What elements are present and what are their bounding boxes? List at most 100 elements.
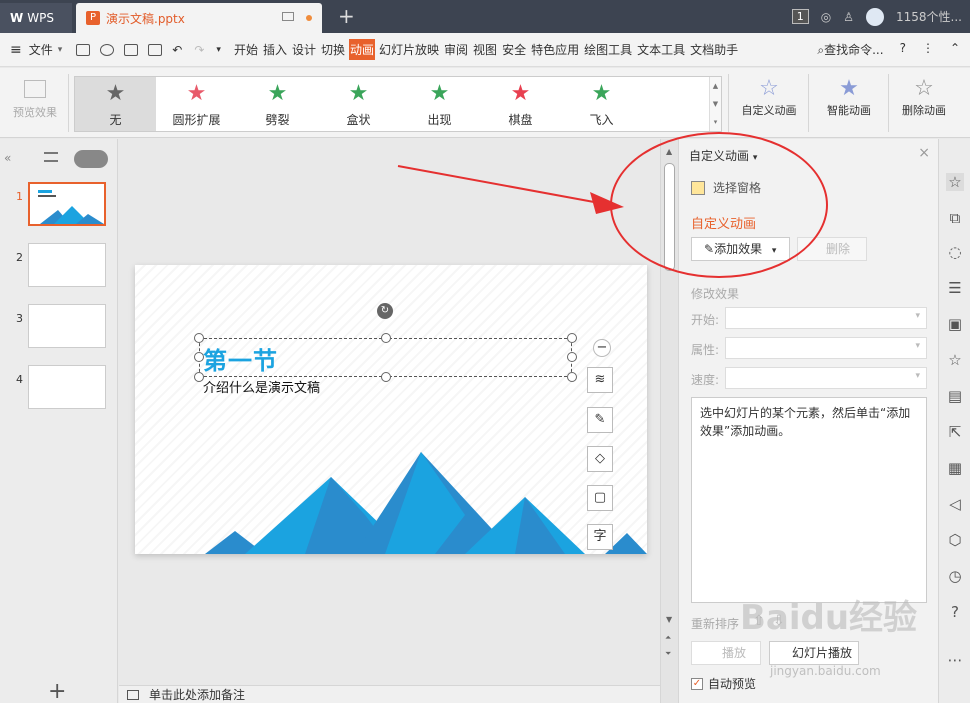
share-icon[interactable]: ⇱ <box>946 423 964 441</box>
outline-view-icon[interactable] <box>44 152 58 162</box>
gallery-item-box[interactable]: ★ 盒状 <box>318 77 399 131</box>
play-button[interactable]: 播放 <box>691 641 761 665</box>
menu-tab-security[interactable]: 安全 <box>501 39 527 60</box>
start-select[interactable] <box>725 307 927 329</box>
hamburger-menu-icon[interactable]: ≡ <box>10 42 22 58</box>
smart-animation-button[interactable]: ★ 智能动画 <box>816 76 882 118</box>
undo-icon[interactable]: ↶ <box>172 43 182 57</box>
new-tab-plus-icon[interactable]: + <box>338 4 355 28</box>
help-icon[interactable]: ? <box>900 41 906 58</box>
document-tab[interactable]: P 演示文稿.pptx <box>76 3 322 33</box>
avatar[interactable] <box>866 7 885 26</box>
shapes-icon[interactable]: ◌ <box>946 243 964 261</box>
resize-handle[interactable] <box>381 333 391 343</box>
more-icon[interactable]: ⋮ <box>922 41 934 58</box>
menu-tab-animation[interactable]: 动画 <box>349 39 376 60</box>
gallery-item-appear[interactable]: ★ 出现 <box>399 77 480 131</box>
slideshow-button[interactable]: 幻灯片播放 <box>769 641 859 665</box>
layers-icon[interactable]: ≋ <box>587 367 613 393</box>
slide-title[interactable]: 第一节 <box>203 341 278 376</box>
menu-tab-design[interactable]: 设计 <box>291 39 317 60</box>
favorites-star-icon[interactable]: ☆ <box>946 351 964 369</box>
slide-subtitle[interactable]: 介绍什么是演示文稿 <box>203 377 320 396</box>
slide-switch-icon[interactable]: ⧉ <box>946 209 964 227</box>
slide-preview <box>28 182 106 226</box>
menu-tab-start[interactable]: 开始 <box>233 39 259 60</box>
picture-icon[interactable]: ▦ <box>946 459 964 477</box>
fill-icon[interactable]: ◇ <box>587 446 613 472</box>
menu-tab-text-tools[interactable]: 文本工具 <box>636 39 686 60</box>
slide-thumbnail[interactable]: 1 <box>10 182 110 228</box>
resize-handle[interactable] <box>567 372 577 382</box>
collapse-ribbon-icon[interactable]: ⌃ <box>950 41 960 58</box>
backup-icon[interactable]: ◷ <box>946 567 964 585</box>
prev-page-icon[interactable]: ⏶ <box>665 633 671 643</box>
animation-pane-icon[interactable]: ☆ <box>946 173 964 191</box>
menu-tab-slideshow[interactable]: 幻灯片放映 <box>378 39 440 60</box>
menu-tab-transition[interactable]: 切换 <box>320 39 346 60</box>
properties-icon[interactable]: ☰ <box>946 279 964 297</box>
resize-handle[interactable] <box>567 352 577 362</box>
custom-animation-button[interactable]: ☆ 自定义动画 <box>736 76 802 118</box>
auto-preview-checkbox[interactable]: ✓ 自动预览 <box>691 675 756 692</box>
user-name[interactable]: 1158个性... <box>896 8 962 25</box>
command-search[interactable]: ⌕查找命令... <box>817 41 883 58</box>
brush-icon[interactable]: ✎ <box>587 407 613 433</box>
print-preview-icon[interactable] <box>148 43 163 56</box>
menu-tab-view[interactable]: 视图 <box>472 39 498 60</box>
skin-icon[interactable]: ◎ <box>821 10 831 24</box>
more-horizontal-icon[interactable]: ⋯ <box>946 651 964 669</box>
monitor-icon[interactable] <box>282 12 294 21</box>
quick-access-dropdown-icon[interactable]: ▾ <box>216 45 221 55</box>
current-slide[interactable]: ↻ 第一节 介绍什么是演示文稿 − ≋ ✎ ◇ ▢ 字 <box>135 265 647 554</box>
page-count-badge[interactable]: 1 <box>791 9 809 24</box>
rotate-handle-icon[interactable]: ↻ <box>377 303 393 319</box>
property-select[interactable] <box>725 337 927 359</box>
next-page-icon[interactable]: ⏷ <box>665 649 671 659</box>
save-icon[interactable] <box>76 43 91 56</box>
menu-file[interactable]: 文件 <box>28 39 54 60</box>
scroll-down-arrow-icon[interactable]: ▼ <box>666 615 672 624</box>
collapse-panel-icon[interactable]: « <box>4 151 11 165</box>
animation-list[interactable]: 选中幻灯片的某个元素，然后单击“添加效果”添加动画。 <box>691 397 927 603</box>
speed-select[interactable] <box>725 367 927 389</box>
menu-tab-features[interactable]: 特色应用 <box>530 39 580 60</box>
slide-thumbnail[interactable]: 4 <box>10 365 110 411</box>
gallery-item-checkerboard[interactable]: ★ 棋盘 <box>480 77 561 131</box>
close-icon[interactable]: × <box>918 145 930 161</box>
text-format-icon[interactable]: 字 <box>587 524 613 550</box>
shirt-icon[interactable]: ♙ <box>843 10 854 24</box>
redo-icon[interactable]: ↷ <box>194 43 204 57</box>
format-painter-icon[interactable] <box>100 43 115 56</box>
delete-animation-button[interactable]: ☆ 删除动画 <box>894 76 954 118</box>
chevron-down-icon[interactable]: ▾ <box>58 45 63 55</box>
collapse-toolbar-icon[interactable]: − <box>593 339 611 357</box>
gallery-item-none[interactable]: ★ 无 <box>75 77 156 131</box>
menu-tab-review[interactable]: 审阅 <box>443 39 469 60</box>
add-slide-plus-icon[interactable]: + <box>48 679 66 703</box>
audio-icon[interactable]: ◁ <box>946 495 964 513</box>
gallery-item-fly-in[interactable]: ★ 飞入 <box>561 77 642 131</box>
menu-tab-drawing-tools[interactable]: 绘图工具 <box>583 39 633 60</box>
slide-thumbnail[interactable]: 2 <box>10 243 110 289</box>
gallery-item-circle-expand[interactable]: ★ 圆形扩展 <box>156 77 237 131</box>
checkbox-checked-icon: ✓ <box>691 677 703 690</box>
gallery-scrollbar[interactable]: ▲ ▼ ▾ <box>709 77 721 131</box>
border-icon[interactable]: ▢ <box>587 485 613 511</box>
thumbnail-view-icon[interactable] <box>74 150 108 168</box>
menu-tab-insert[interactable]: 插入 <box>262 39 288 60</box>
layout-icon[interactable]: ▤ <box>946 387 964 405</box>
resize-handle[interactable] <box>381 372 391 382</box>
shield-icon[interactable]: ⬡ <box>946 531 964 549</box>
image-library-icon[interactable]: ▣ <box>946 315 964 333</box>
wps-home-tab[interactable]: W WPS <box>0 3 72 33</box>
presentation-file-icon: P <box>86 11 100 25</box>
menu-tab-doc-assistant[interactable]: 文档助手 <box>689 39 739 60</box>
print-icon[interactable] <box>124 43 139 56</box>
resize-handle[interactable] <box>567 333 577 343</box>
notes-bar[interactable]: 单击此处添加备注 <box>119 685 660 703</box>
slide-thumbnail[interactable]: 3 <box>10 304 110 350</box>
preview-effect-button[interactable]: 预览效果 <box>6 80 64 120</box>
help-circle-icon[interactable]: ? <box>946 603 964 621</box>
gallery-item-split[interactable]: ★ 劈裂 <box>237 77 318 131</box>
